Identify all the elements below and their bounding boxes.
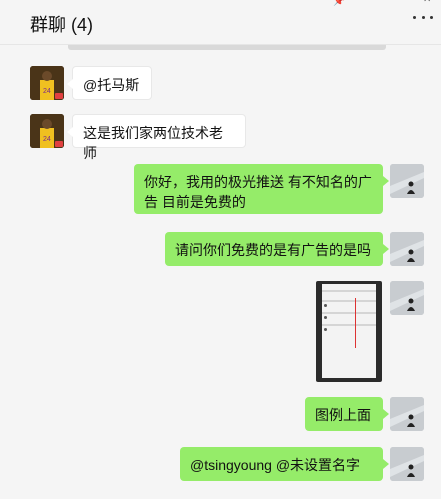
message-bubble[interactable]: 图例上面: [305, 397, 389, 431]
avatar-image: [390, 397, 424, 431]
thumb-dot: [324, 328, 327, 331]
flag-badge: [55, 141, 63, 147]
minimize-icon[interactable]: —: [381, 0, 391, 5]
thumb-line: [322, 324, 376, 326]
more-dot: [413, 16, 416, 19]
svg-text:24: 24: [43, 136, 51, 143]
avatar-image: [390, 164, 424, 198]
thumb-dot: [324, 316, 327, 319]
thumb-dot: [324, 304, 327, 307]
previous-message-edge: [68, 45, 386, 50]
avatar-image: [390, 447, 424, 481]
svg-text:24: 24: [43, 88, 51, 95]
avatar[interactable]: [390, 232, 424, 266]
avatar[interactable]: [390, 164, 424, 198]
window-controls: 📌 — ✕: [321, 0, 441, 8]
thumb-line: [322, 290, 376, 292]
more-dot: [430, 16, 433, 19]
avatar[interactable]: [390, 281, 424, 315]
message-bubble[interactable]: 这是我们家两位技术老师: [67, 114, 246, 161]
chat-header: 群聊 (4) 📌 — ✕: [0, 0, 441, 45]
more-dot: [421, 16, 425, 19]
message-bubble[interactable]: @tsingyoung @未设置名字: [180, 447, 389, 481]
avatar[interactable]: [390, 447, 424, 481]
avatar-image: [390, 281, 424, 315]
avatar[interactable]: 24: [30, 66, 64, 100]
avatar-image: [390, 232, 424, 266]
avatar[interactable]: [390, 397, 424, 431]
chat-title: 群聊 (4): [30, 15, 93, 35]
more-options-icon[interactable]: [413, 16, 433, 22]
image-message[interactable]: [316, 281, 382, 382]
message-bubble[interactable]: @托马斯: [67, 66, 152, 100]
thumb-line: [322, 312, 376, 314]
close-icon[interactable]: ✕: [423, 0, 431, 5]
message-bubble[interactable]: 请问你们免费的是有广告的是吗: [165, 232, 389, 266]
pin-icon[interactable]: 📌: [333, 0, 345, 7]
thumb-line: [322, 300, 376, 302]
flag-badge: [55, 93, 63, 99]
thumb-highlight: [355, 298, 356, 348]
avatar[interactable]: 24: [30, 114, 64, 148]
image-thumbnail: [322, 284, 376, 378]
message-bubble[interactable]: 你好，我用的极光推送 有不知名的广告 目前是免费的: [134, 164, 389, 214]
